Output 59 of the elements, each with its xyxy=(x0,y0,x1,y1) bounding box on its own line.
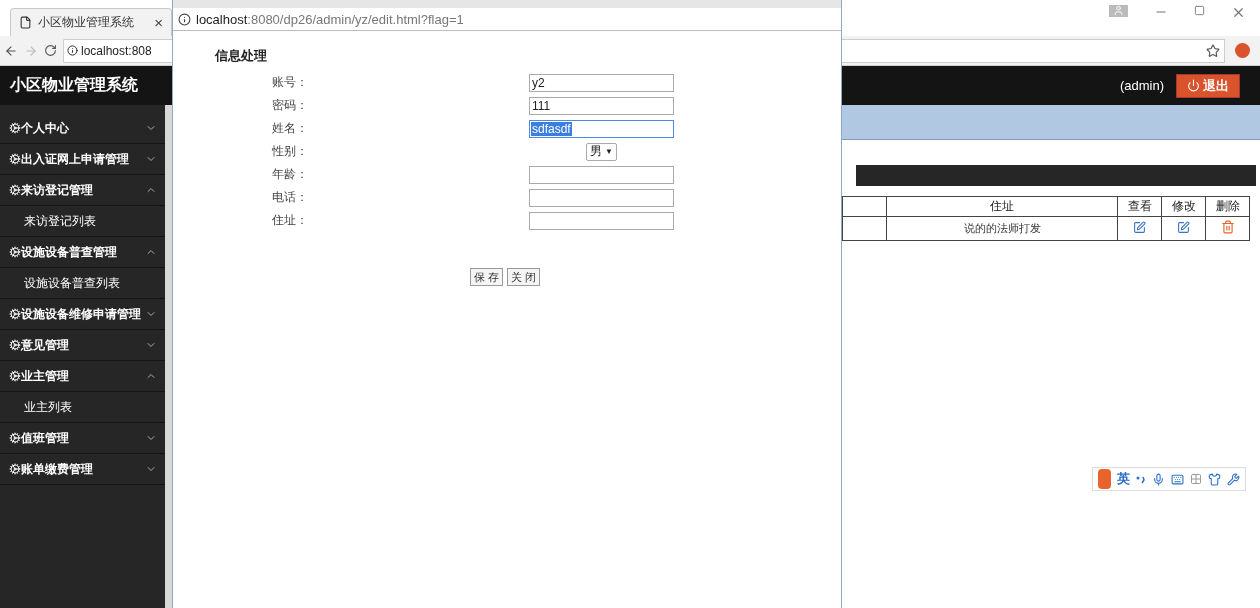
star-icon[interactable] xyxy=(1206,43,1220,58)
browser-tab[interactable]: 小区物业管理系统 × xyxy=(10,8,172,36)
gear-icon xyxy=(9,432,21,444)
gear-icon xyxy=(9,370,21,382)
user-name: (admin) xyxy=(1119,78,1164,93)
back-icon[interactable] xyxy=(4,43,18,58)
trash-icon[interactable] xyxy=(1220,220,1235,234)
field-label: 账号： xyxy=(272,74,309,91)
keyboard-icon[interactable] xyxy=(1171,472,1184,486)
address-text: localhost:808 xyxy=(81,43,152,58)
wrench-icon[interactable] xyxy=(1227,472,1240,486)
popup-address: localhost:8080/dp26/admin/yz/edit.html?flag=1 xyxy=(196,11,464,27)
punctuation-icon[interactable] xyxy=(1136,474,1146,484)
page-icon xyxy=(19,16,32,29)
close-tab-button[interactable]: × xyxy=(154,14,163,31)
logout-button[interactable]: 退出 xyxy=(1176,73,1240,98)
table-cell: 说的的法师打发 xyxy=(886,216,1118,241)
app-title: 小区物业管理系统 xyxy=(10,75,138,95)
tab-title: 小区物业管理系统 xyxy=(38,14,135,31)
info-icon xyxy=(67,45,78,56)
input-field[interactable] xyxy=(529,188,674,207)
shirt-icon[interactable] xyxy=(1208,472,1221,486)
info-icon xyxy=(178,12,191,26)
power-icon xyxy=(1187,79,1200,92)
gear-icon xyxy=(9,339,21,351)
gear-icon xyxy=(9,153,21,165)
field-label: 性别： xyxy=(272,143,309,160)
column-header: 删除 xyxy=(1205,196,1250,217)
edit-icon[interactable] xyxy=(1133,220,1146,234)
edit-icon[interactable] xyxy=(1177,220,1190,234)
field-label: 电话： xyxy=(272,189,309,206)
gender-select[interactable]: 男 ▼ xyxy=(586,142,617,161)
address-bar[interactable]: localhost:808 xyxy=(63,38,172,63)
column-header: 住址 xyxy=(886,196,1118,217)
reload-icon[interactable] xyxy=(44,44,57,57)
gear-icon xyxy=(9,184,21,196)
input-field[interactable] xyxy=(529,211,674,230)
gear-icon xyxy=(9,463,21,475)
grid-icon[interactable] xyxy=(1190,473,1202,485)
ime-logo-icon xyxy=(1098,469,1111,489)
input-field[interactable]: sdfasdf xyxy=(529,119,674,138)
input-field[interactable]: y2 xyxy=(529,73,674,92)
field-label: 住址： xyxy=(272,212,309,229)
gear-icon xyxy=(9,308,21,320)
extension-icon[interactable] xyxy=(1235,43,1250,58)
close-button[interactable]: 关 闭 xyxy=(507,268,541,286)
ime-mode[interactable]: 英 xyxy=(1117,470,1130,488)
input-field[interactable] xyxy=(529,165,674,184)
input-field[interactable]: 111 xyxy=(529,96,674,115)
column-header: 查看 xyxy=(1117,196,1162,217)
microphone-icon[interactable] xyxy=(1152,472,1165,486)
gear-icon xyxy=(9,246,21,258)
field-label: 姓名： xyxy=(272,120,309,137)
field-label: 密码： xyxy=(272,97,309,114)
gear-icon xyxy=(9,122,21,134)
field-label: 年龄： xyxy=(272,166,309,183)
column-header: 修改 xyxy=(1161,196,1206,217)
save-button[interactable]: 保 存 xyxy=(469,268,503,286)
form-title: 信息处理 xyxy=(215,47,268,65)
